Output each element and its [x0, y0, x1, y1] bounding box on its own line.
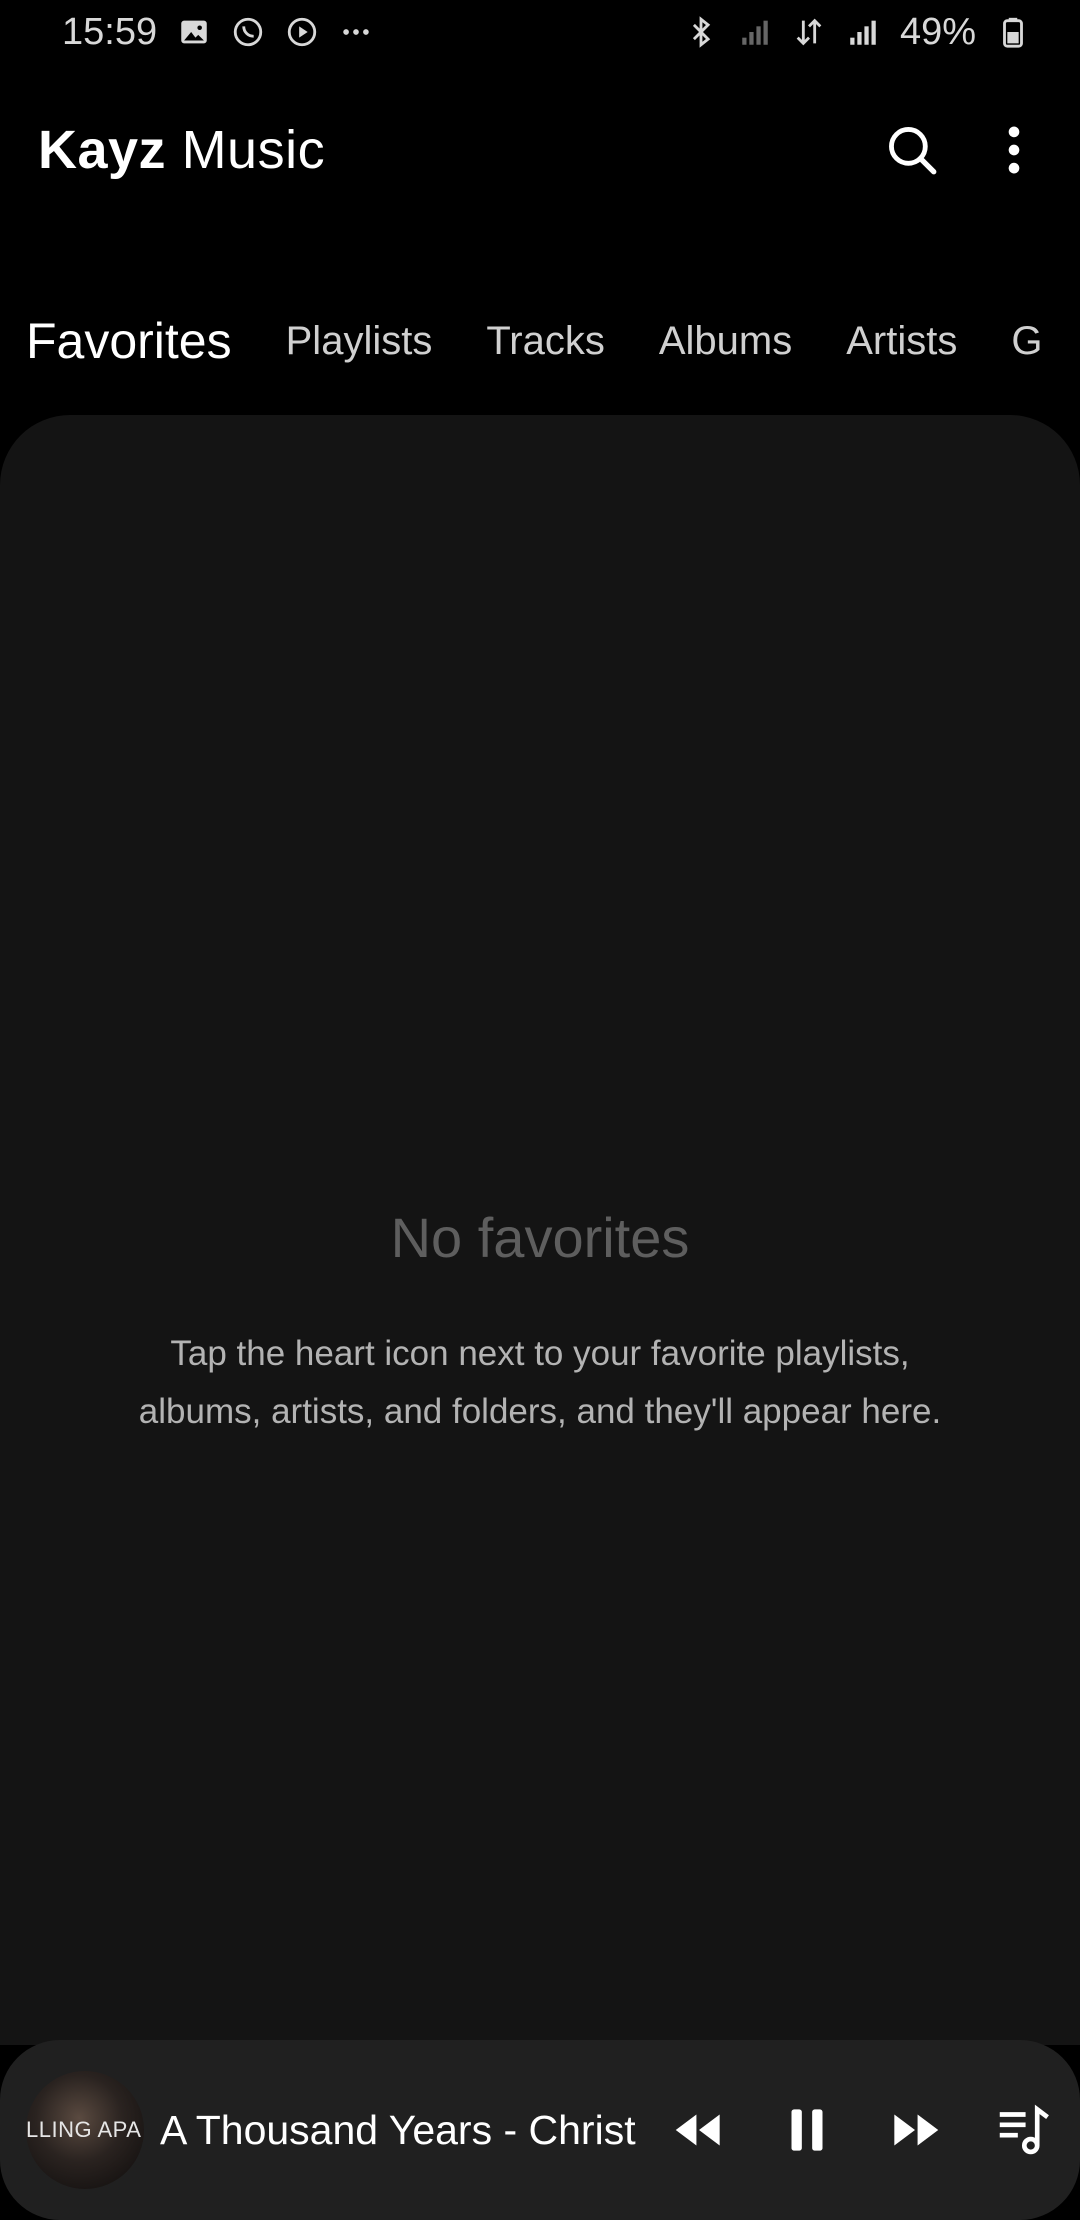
- empty-state-description: Tap the heart icon next to your favorite…: [138, 1334, 942, 1431]
- pause-button[interactable]: [776, 2099, 838, 2161]
- signal-icon: [846, 15, 880, 49]
- search-button[interactable]: [876, 114, 948, 186]
- queue-music-icon: [999, 2104, 1049, 2155]
- rewind-button[interactable]: [668, 2099, 730, 2161]
- content-panel: No favorites Tap the heart icon next to …: [0, 415, 1080, 2045]
- status-left: 15:59: [62, 11, 373, 54]
- mini-player[interactable]: LLING APA A Thousand Years - Christi: [0, 2040, 1080, 2220]
- bluetooth-icon: [684, 15, 718, 49]
- app-title-brand: Kayz: [38, 120, 167, 180]
- signal-icon: [738, 15, 772, 49]
- empty-state-title: No favorites: [390, 1206, 690, 1269]
- app-bar: Kayz Music: [0, 100, 1080, 200]
- image-icon: [177, 15, 211, 49]
- search-icon: [889, 127, 937, 175]
- fast-forward-icon: [894, 2114, 939, 2146]
- tab-artists[interactable]: Artists: [846, 319, 957, 372]
- now-playing-title[interactable]: A Thousand Years - Christi: [160, 2107, 638, 2154]
- app-title-rest: Music: [166, 120, 326, 180]
- more-options-button[interactable]: [978, 114, 1050, 186]
- battery-percent: 49%: [899, 10, 976, 53]
- whatsapp-icon: [231, 15, 265, 49]
- data-icon: [792, 15, 826, 49]
- album-art-text: LLING APA: [26, 2117, 142, 2142]
- tab-favorites[interactable]: Favorites: [26, 312, 232, 378]
- playback-controls: [668, 2099, 1054, 2161]
- more-vert-icon: [1008, 126, 1020, 174]
- more-dots-icon: [339, 15, 373, 49]
- tab-genres-partial[interactable]: G: [1011, 319, 1042, 372]
- tab-albums[interactable]: Albums: [659, 319, 792, 372]
- tab-tracks[interactable]: Tracks: [486, 319, 605, 372]
- status-right: 49%: [684, 11, 1030, 54]
- status-bar: 15:59 49%: [0, 0, 1080, 64]
- app-actions: [876, 114, 1050, 186]
- tab-playlists[interactable]: Playlists: [286, 319, 433, 372]
- battery-icon: [996, 15, 1030, 49]
- rewind-icon: [675, 2114, 720, 2146]
- pause-icon: [791, 2109, 823, 2151]
- tab-bar: Favorites Playlists Tracks Albums Artist…: [0, 305, 1080, 385]
- album-art[interactable]: LLING APA: [26, 2071, 144, 2189]
- fast-forward-button[interactable]: [884, 2099, 946, 2161]
- status-time: 15:59: [62, 10, 158, 53]
- queue-button[interactable]: [992, 2099, 1054, 2161]
- app-title: Kayz Music: [38, 119, 325, 181]
- play-circle-icon: [285, 15, 319, 49]
